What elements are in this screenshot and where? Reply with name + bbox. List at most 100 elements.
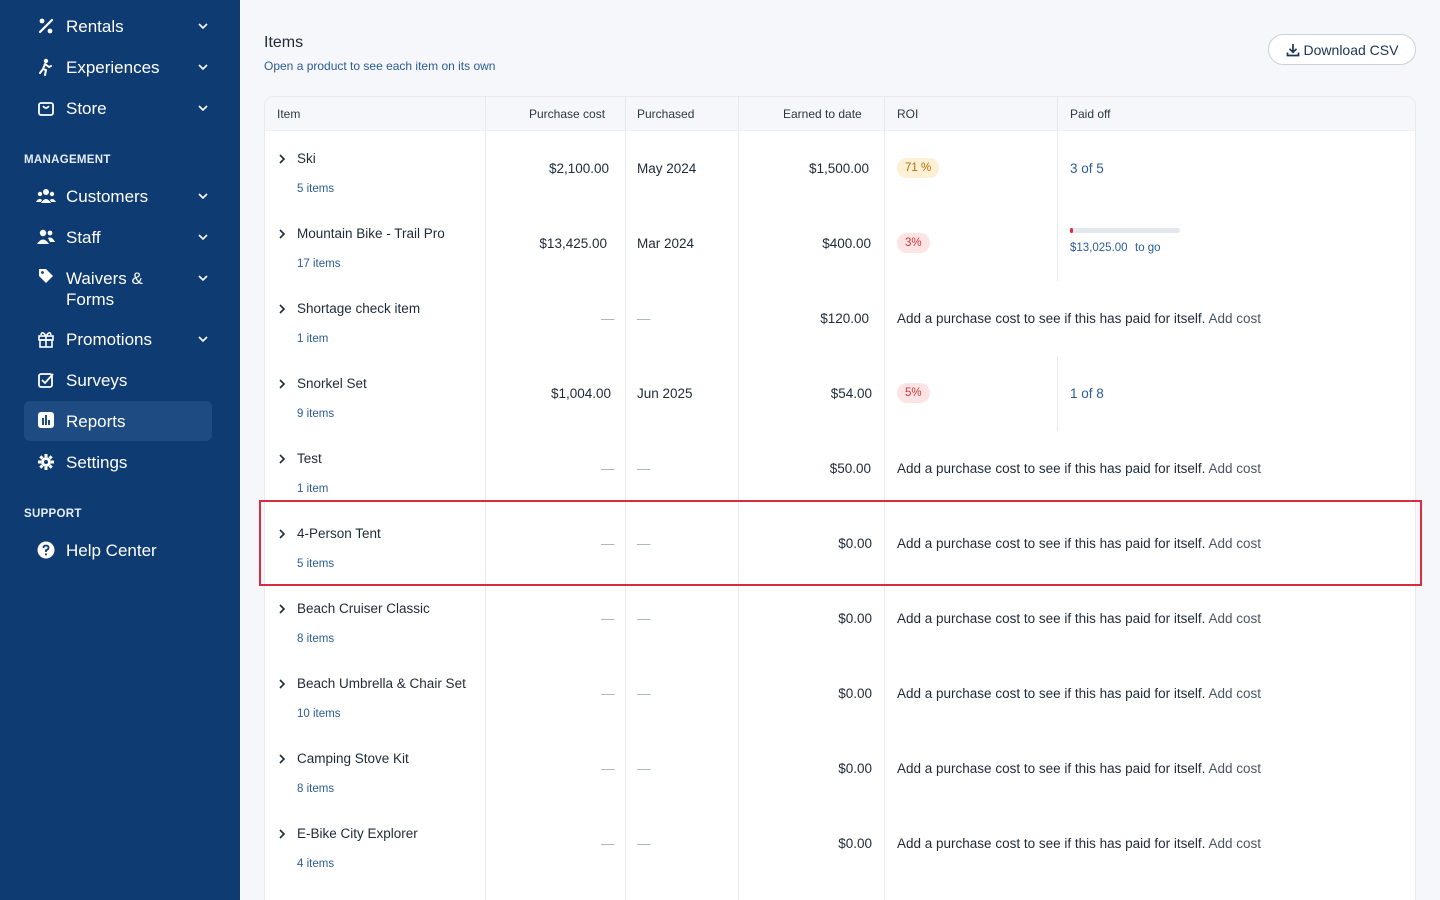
sidebar-item-promotions[interactable]: Promotions	[24, 329, 212, 351]
add-cost-link[interactable]: Add cost	[1208, 686, 1261, 701]
purchase-cost-empty: —	[601, 536, 615, 551]
surveys-icon	[36, 370, 56, 390]
table-row[interactable]: 4-Person Tent 5 items — — $0.00 Add a pu…	[265, 506, 1415, 581]
item-count: 8 items	[297, 633, 335, 645]
item-name[interactable]: E-Bike City Explorer	[297, 826, 418, 841]
sidebar-item-label: Experiences	[66, 58, 160, 77]
column-divider	[1057, 97, 1058, 131]
chevron-right-icon[interactable]	[277, 529, 287, 539]
sidebar-item-label: Surveys	[66, 371, 128, 390]
sidebar: Rentals Experiences Store MANAGEMENT Cus…	[0, 0, 240, 900]
purchased-empty: —	[637, 311, 651, 326]
chevron-right-icon[interactable]	[277, 454, 287, 464]
item-name[interactable]: Shortage check item	[297, 301, 420, 316]
table-row[interactable]: Shortage check item 1 item — — $120.00 A…	[265, 281, 1415, 356]
table-row[interactable]: Test 1 item — — $50.00 Add a purchase co…	[265, 431, 1415, 506]
sidebar-item-label: Help Center	[66, 541, 157, 560]
chevron-right-icon[interactable]	[277, 229, 287, 239]
download-icon	[1286, 43, 1299, 56]
section-label-support: SUPPORT	[24, 508, 82, 520]
table-row[interactable]: Mountain Bike - Trail Pro 17 items $13,4…	[265, 206, 1415, 281]
column-header-item[interactable]: Item	[277, 107, 300, 121]
column-header-paid-off[interactable]: Paid off	[1070, 107, 1110, 121]
item-name[interactable]: Snorkel Set	[297, 376, 367, 391]
sidebar-item-experiences[interactable]: Experiences	[24, 57, 212, 79]
sidebar-item-store[interactable]: Store	[24, 98, 212, 120]
column-header-purchase-cost[interactable]: Purchase cost	[529, 107, 605, 121]
download-csv-button[interactable]: Download CSV	[1268, 34, 1416, 65]
earned-to-date: $54.00	[830, 386, 872, 401]
add-cost-link[interactable]: Add cost	[1208, 311, 1261, 326]
sidebar-item-help-center[interactable]: Help Center	[24, 540, 212, 562]
add-cost-link[interactable]: Add cost	[1208, 761, 1261, 776]
chevron-right-icon[interactable]	[277, 154, 287, 164]
purchase-cost-empty: —	[601, 461, 615, 476]
add-cost-message: Add a purchase cost to see if this has p…	[897, 761, 1261, 776]
sidebar-item-label: Waivers &	[66, 269, 143, 288]
add-cost-text: Add a purchase cost to see if this has p…	[897, 836, 1206, 851]
sidebar-item-label: Store	[66, 99, 107, 118]
items-table: Item Purchase cost Purchased Earned to d…	[264, 96, 1416, 900]
sidebar-item-reports[interactable]: Reports	[24, 401, 212, 441]
table-row[interactable]: Beach Cruiser Classic 8 items — — $0.00 …	[265, 581, 1415, 656]
add-cost-message: Add a purchase cost to see if this has p…	[897, 686, 1261, 701]
earned-to-date: $0.00	[838, 536, 872, 551]
sidebar-item-staff[interactable]: Staff	[24, 227, 212, 249]
sidebar-item-rentals[interactable]: Rentals	[24, 16, 212, 38]
chevron-down-icon	[198, 336, 208, 343]
item-name[interactable]: Ski	[297, 151, 316, 166]
table-row[interactable]: E-Bike City Explorer 4 items — — $0.00 A…	[265, 806, 1415, 881]
chevron-right-icon[interactable]	[277, 379, 287, 389]
paid-off-count: 1 of 8	[1070, 386, 1104, 401]
sidebar-item-surveys[interactable]: Surveys	[24, 370, 212, 392]
item-name[interactable]: Camping Stove Kit	[297, 751, 409, 766]
add-cost-link[interactable]: Add cost	[1208, 461, 1261, 476]
purchase-cost: $2,100.00	[548, 161, 609, 176]
add-cost-link[interactable]: Add cost	[1208, 836, 1261, 851]
item-name[interactable]: Test	[297, 451, 322, 466]
item-count: 4 items	[297, 858, 335, 870]
sidebar-item-waivers-forms[interactable]: Waivers & Forms	[24, 268, 212, 312]
help-icon	[36, 540, 56, 560]
table-row[interactable]: Ski 5 items $2,100.00 May 2024 $1,500.00…	[265, 131, 1415, 206]
add-cost-message: Add a purchase cost to see if this has p…	[897, 836, 1261, 851]
item-count: 1 item	[297, 333, 329, 345]
table-row[interactable]: Snorkel Set 9 items $1,004.00 Jun 2025 $…	[265, 356, 1415, 431]
chevron-right-icon[interactable]	[277, 304, 287, 314]
section-label-management: MANAGEMENT	[24, 154, 111, 166]
chevron-right-icon[interactable]	[277, 604, 287, 614]
chevron-down-icon	[198, 234, 208, 241]
purchase-cost-empty: —	[601, 836, 615, 851]
table-row[interactable]: Beach Umbrella & Chair Set 10 items — — …	[265, 656, 1415, 731]
add-cost-link[interactable]: Add cost	[1208, 611, 1261, 626]
item-name[interactable]: 4-Person Tent	[297, 526, 381, 541]
add-cost-link[interactable]: Add cost	[1208, 536, 1261, 551]
purchase-cost-empty: —	[601, 611, 615, 626]
sidebar-item-settings[interactable]: Settings	[24, 452, 212, 474]
table-row[interactable]: Camping Stove Kit 8 items — — $0.00 Add …	[265, 731, 1415, 806]
earned-to-date: $0.00	[838, 836, 872, 851]
staff-icon	[36, 227, 56, 247]
item-name[interactable]: Mountain Bike - Trail Pro	[297, 226, 445, 241]
earned-to-date: $1,500.00	[808, 161, 869, 176]
column-header-purchased[interactable]: Purchased	[637, 107, 694, 121]
chevron-right-icon[interactable]	[277, 754, 287, 764]
column-header-earned[interactable]: Earned to date	[783, 107, 862, 121]
chevron-right-icon[interactable]	[277, 829, 287, 839]
earned-to-date: $0.00	[838, 761, 872, 776]
purchased-empty: —	[637, 536, 651, 551]
item-count: 1 item	[297, 483, 329, 495]
purchased-date: Mar 2024	[637, 236, 695, 251]
rentals-icon	[36, 16, 56, 36]
column-header-roi[interactable]: ROI	[897, 107, 918, 121]
to-go-label: to go	[1135, 242, 1161, 254]
chevron-right-icon[interactable]	[277, 679, 287, 689]
sidebar-item-customers[interactable]: Customers	[24, 186, 212, 208]
store-icon	[36, 98, 56, 118]
progress-fill	[1070, 228, 1074, 233]
section-subtitle: Open a product to see each item on its o…	[264, 59, 496, 73]
item-name[interactable]: Beach Cruiser Classic	[297, 601, 430, 616]
experiences-icon	[36, 57, 56, 77]
item-name[interactable]: Beach Umbrella & Chair Set	[297, 676, 466, 691]
section-title: Items	[264, 34, 304, 51]
